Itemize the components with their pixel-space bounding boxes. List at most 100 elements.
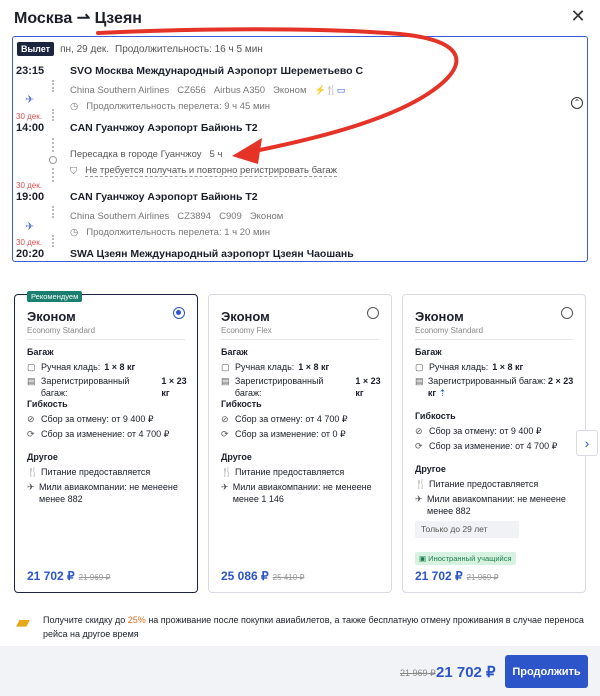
route-line xyxy=(52,235,54,247)
fare-radio[interactable] xyxy=(561,307,573,319)
checked-baggage: ▤ Зарегистрированный багаж: 1 × 23 кг xyxy=(27,376,187,398)
fare-card-flex[interactable]: Эконом Economy Flex Багаж ▢ Ручная кладь:… xyxy=(208,294,392,593)
change-icon: ⟳ xyxy=(415,441,423,451)
collapse-icon[interactable]: ⌃ xyxy=(571,97,583,109)
miles-row: ✈ Мили авиакомпании: не менеене менее 882 xyxy=(415,494,566,516)
meal-icon: 🍴 xyxy=(221,467,233,477)
route-line xyxy=(52,138,54,152)
bag-icon: ▢ xyxy=(415,362,424,372)
seg1-airline: China Southern Airlines xyxy=(70,85,170,96)
chevron-right-icon[interactable]: › xyxy=(576,430,598,456)
transfer-city: Пересадка в городе Гуанчжоу xyxy=(70,149,202,160)
fare-old-price: 25 410 ₽ xyxy=(272,573,305,582)
total-price: 21 702 ₽ xyxy=(436,664,496,681)
seg1-arr-time: 14:00 xyxy=(16,122,45,134)
student-badge: ▣ Иностранный учащийся xyxy=(415,552,516,565)
fare-card-standard[interactable]: Рекомендуем Эконом Economy Standard Бага… xyxy=(14,291,198,593)
fare-price-row: 25 086 ₽25 410 ₽ xyxy=(221,569,304,583)
fare-price-row: 21 702 ₽21 969 ₽ xyxy=(27,569,110,583)
flex-heading: Гибкость xyxy=(415,411,456,421)
divider xyxy=(221,339,379,340)
seg1-dep-time: 23:15 xyxy=(16,65,45,77)
fare-price-row: 21 702 ₽21 969 ₽ xyxy=(415,569,498,583)
fare-title: Эконом xyxy=(221,309,270,324)
bag-icon: ▢ xyxy=(27,362,36,372)
seg2-arr-time: 20:20 xyxy=(16,248,45,260)
flight-date: пн, 29 дек. xyxy=(60,43,110,55)
flex-heading: Гибкость xyxy=(27,399,68,409)
flex-heading: Гибкость xyxy=(221,399,262,409)
baggage-heading: Багаж xyxy=(415,347,442,357)
miles-icon: ✈ xyxy=(27,482,35,492)
meal-row: 🍴 Питание предоставляется xyxy=(27,467,151,477)
meal-icon: 🍴 xyxy=(415,479,427,489)
seg1-duration: Продолжительность перелета: 9 ч 45 мин xyxy=(86,101,271,112)
shield-icon: ⛉ xyxy=(70,165,78,177)
seg2-cabin: Эконом xyxy=(249,211,284,222)
fare-title: Эконом xyxy=(415,309,464,324)
meal-row: 🍴 Питание предоставляется xyxy=(415,479,539,489)
other-heading: Другое xyxy=(27,452,58,462)
suitcase-icon: ▤ xyxy=(27,376,36,386)
transfer-time: 5 ч xyxy=(209,149,223,160)
cancel-icon: ⊘ xyxy=(27,414,35,424)
hand-baggage: ▢ Ручная кладь: 1 × 8 кг xyxy=(27,362,136,372)
seg1-cabin: Эконом xyxy=(273,85,307,96)
seg2-codeshare: C909 xyxy=(219,211,242,222)
seg2-arr-date: 30 дек. xyxy=(16,238,42,247)
flight-summary: Вылет пн, 29 дек. Продолжительность: 16 … xyxy=(17,41,263,57)
seg1-aircraft: Airbus A350 xyxy=(213,85,266,96)
seg1-dep-airport: SVO Москва Международный Аэропорт Шереме… xyxy=(70,65,364,77)
change-fee: ⟳ Сбор за изменение: от 4 700 ₽ xyxy=(27,429,170,439)
fare-radio[interactable] xyxy=(367,307,379,319)
transfer-note[interactable]: Не требуется получать и повторно регистр… xyxy=(85,165,337,177)
baggage-heading: Багаж xyxy=(27,347,54,357)
fare-card-student[interactable]: Эконом Economy Standard Багаж ▢ Ручная кл… xyxy=(402,294,586,593)
total-old-price: 21 969 ₽ xyxy=(400,668,436,678)
miles-icon: ✈ xyxy=(415,494,423,504)
divider xyxy=(27,339,185,340)
fare-price: 21 702 ₽ xyxy=(415,569,463,583)
continue-button[interactable]: Продолжить xyxy=(505,655,588,688)
modal-header: Москва ⇀ Цзеян ✕ xyxy=(0,0,600,34)
seg2-dep-date: 30 дек. xyxy=(16,181,42,190)
discount-icon: ▰ xyxy=(16,612,30,632)
meal-icon: 🍴 xyxy=(27,467,39,477)
hand-baggage: ▢ Ручная кладь: 1 × 8 кг xyxy=(415,362,524,372)
amenities-icon: ⚡🍴▭ xyxy=(314,85,346,95)
bag-icon: ▢ xyxy=(221,362,230,372)
fare-radio[interactable] xyxy=(173,307,185,319)
other-heading: Другое xyxy=(221,452,252,462)
fare-subtitle: Economy Flex xyxy=(221,326,272,335)
close-icon[interactable]: ✕ xyxy=(568,6,588,26)
route-line xyxy=(52,80,54,92)
stop-dot xyxy=(49,156,57,164)
fare-old-price: 21 969 ₽ xyxy=(466,573,499,582)
miles-icon: ✈ xyxy=(221,482,229,492)
divider xyxy=(415,339,573,340)
departure-badge: Вылет xyxy=(17,42,55,56)
seg1-flight-no: CZ656 xyxy=(177,85,206,96)
transfer-row: Пересадка в городе Гуанчжоу 5 ч xyxy=(70,149,222,160)
change-fee: ⟳ Сбор за изменение: от 4 700 ₽ xyxy=(415,441,558,451)
seg2-flight-no: CZ3894 xyxy=(177,211,212,222)
change-icon: ⟳ xyxy=(27,429,35,439)
fare-subtitle: Economy Standard xyxy=(27,326,96,335)
miles-row: ✈ Мили авиакомпании: не менеене менее 882 xyxy=(27,482,178,504)
flight-total-duration: Продолжительность: 16 ч 5 мин xyxy=(115,43,263,55)
other-heading: Другое xyxy=(415,464,446,474)
clock-icon: ◷ xyxy=(70,227,79,238)
change-fee: ⟳ Сбор за изменение: от 0 ₽ xyxy=(221,429,346,439)
info-icon: ⇡ xyxy=(438,388,447,398)
suitcase-icon: ▤ xyxy=(415,376,424,386)
transfer-note-row: ⛉ Не требуется получать и повторно регис… xyxy=(70,165,337,177)
seg2-duration: Продолжительность перелета: 1 ч 20 мин xyxy=(86,227,271,238)
seg2-duration-row: ◷ Продолжительность перелета: 1 ч 20 мин xyxy=(70,227,270,238)
recommended-badge: Рекомендуем xyxy=(27,291,83,302)
miles-row: ✈ Мили авиакомпании: не менеене менее 1 1… xyxy=(221,482,372,504)
checked-baggage: ▤ Зарегистрированный багаж: 2 × 23 кг ⇡ xyxy=(415,376,574,398)
suitcase-icon: ▤ xyxy=(221,376,230,386)
cancel-icon: ⊘ xyxy=(415,426,423,436)
cancel-fee: ⊘ Сбор за отмену: от 9 400 ₽ xyxy=(415,426,542,436)
plane-icon: ✈ xyxy=(25,94,35,106)
